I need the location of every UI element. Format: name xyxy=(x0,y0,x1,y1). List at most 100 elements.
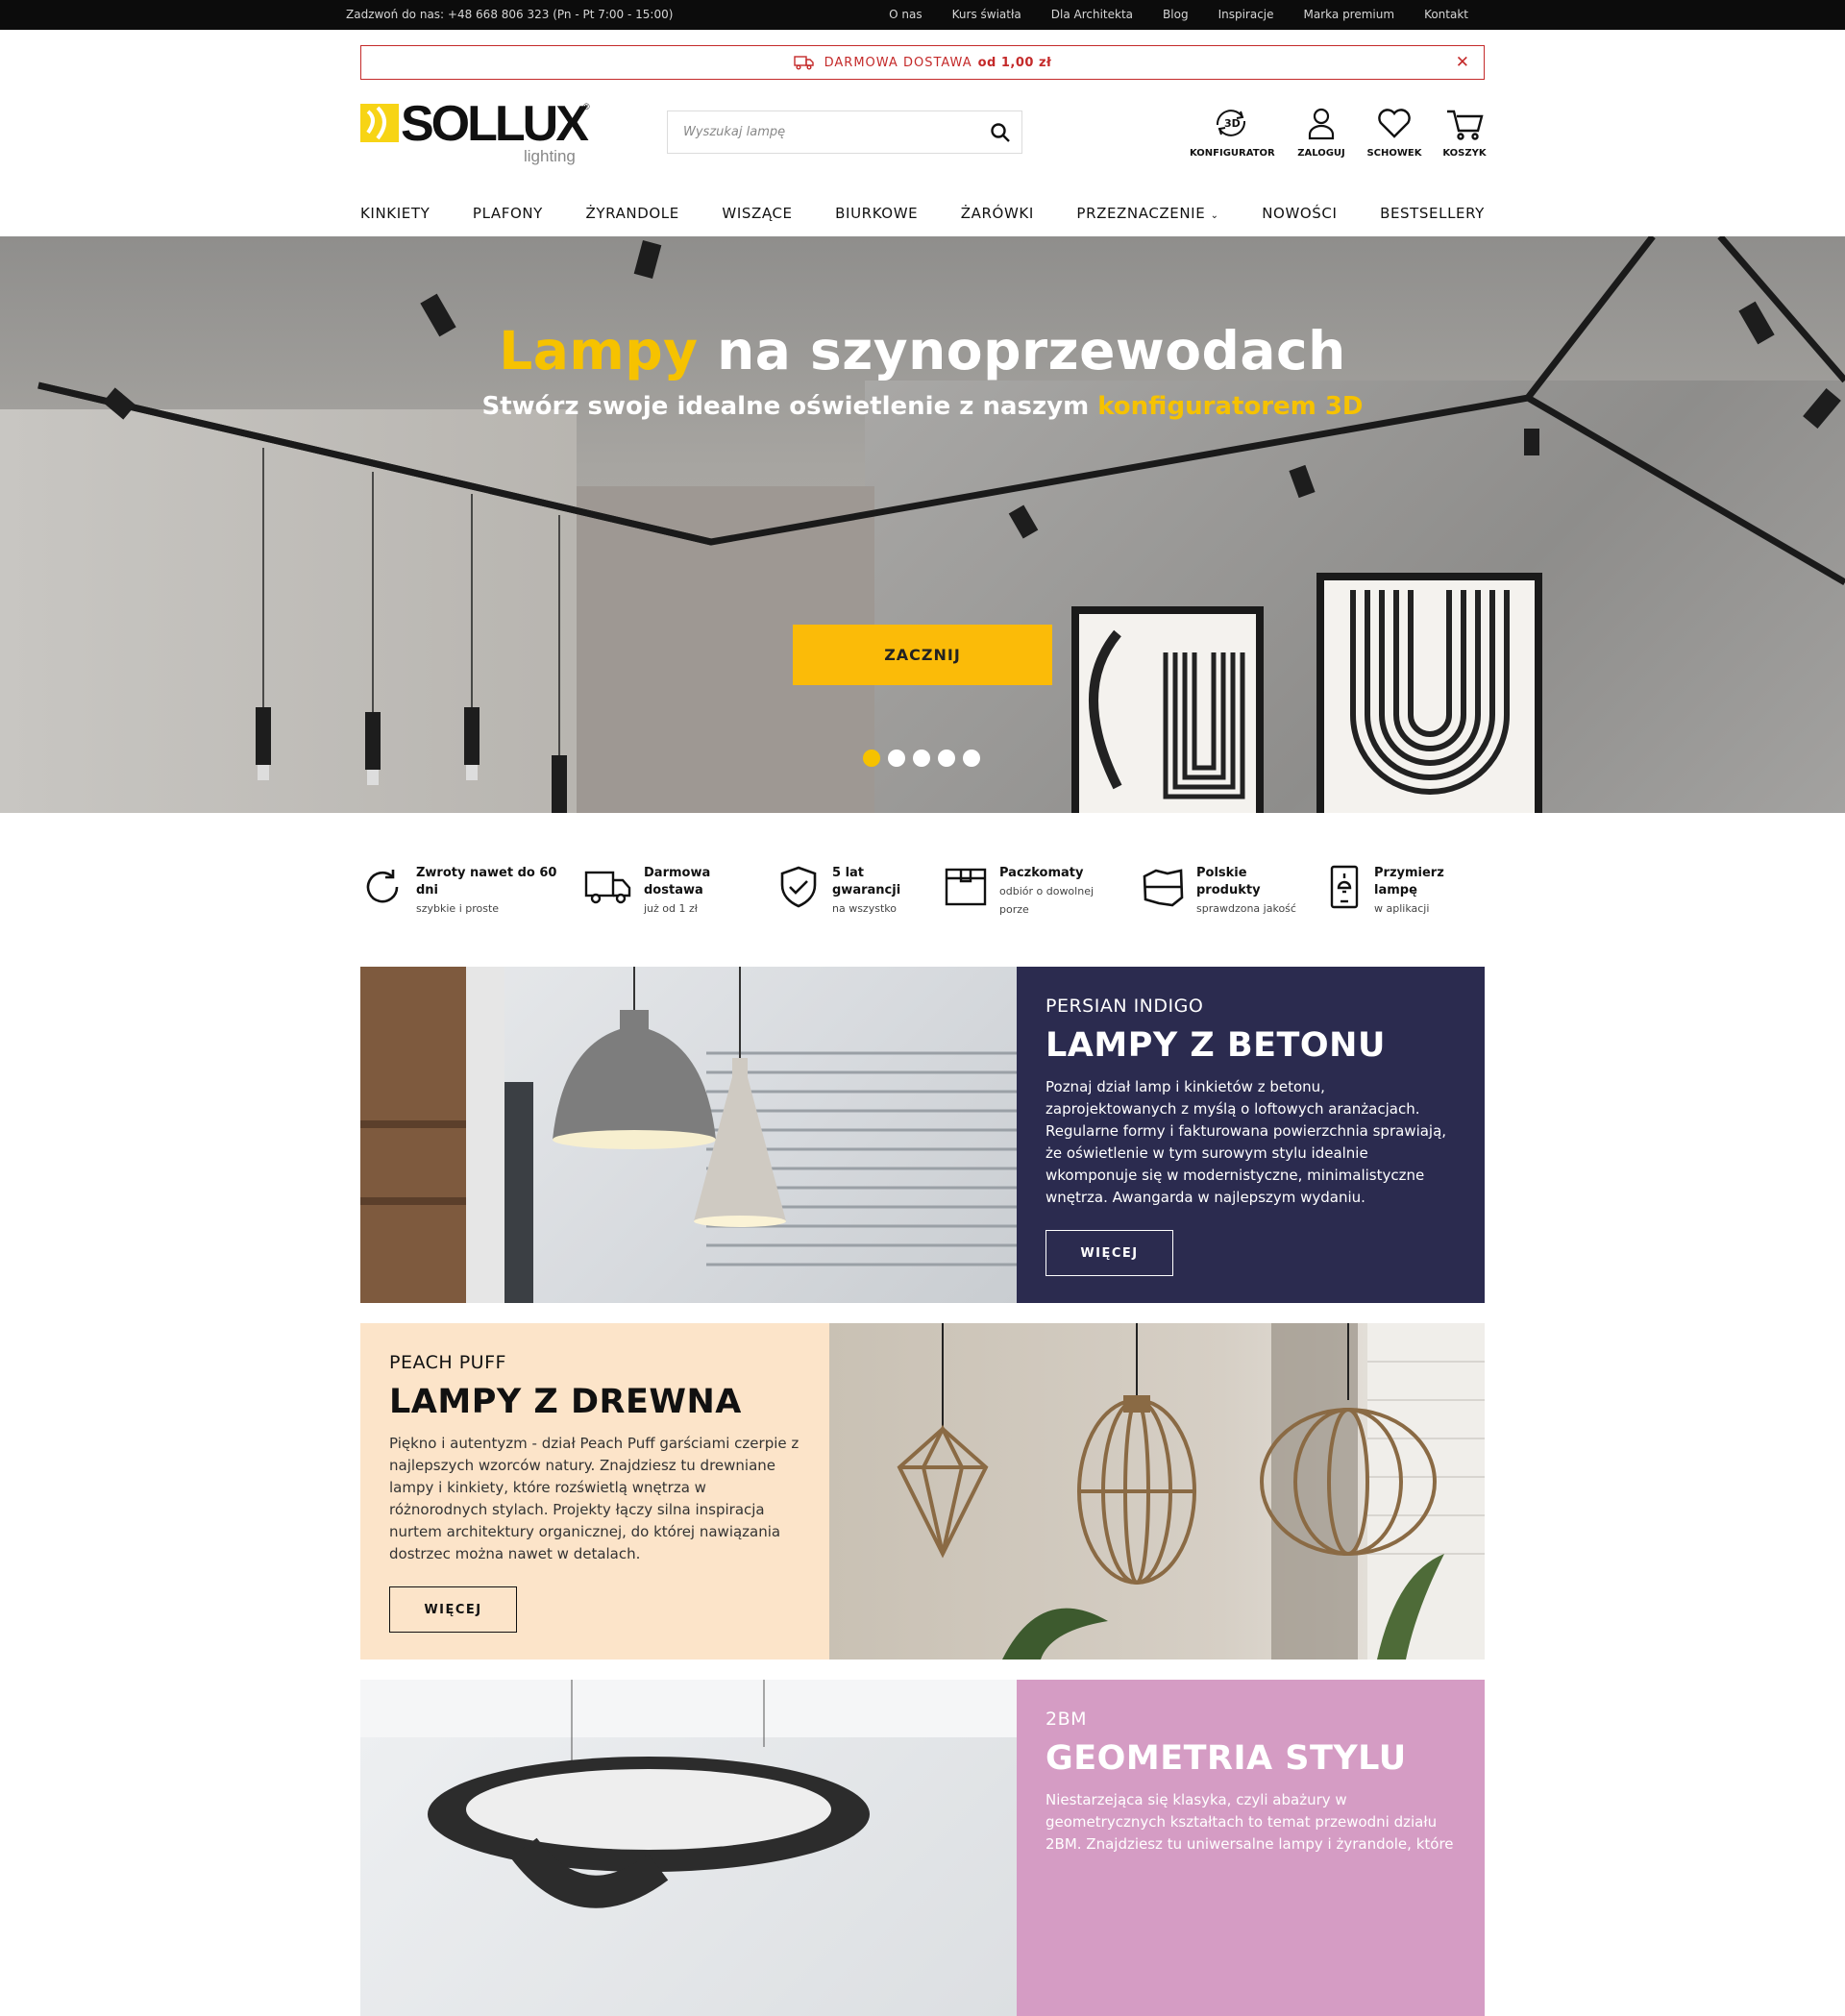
hero-subtitle-highlight[interactable]: konfiguratorem 3D xyxy=(1097,392,1363,421)
more-button[interactable]: WIĘCEJ xyxy=(1046,1230,1173,1276)
promo-geometry: 2BM GEOMETRIA STYLU Niestarzejąca się kl… xyxy=(360,1680,1485,2016)
nav-item-plafony[interactable]: PLAFONY xyxy=(473,205,543,222)
nav-item-zyrandole[interactable]: ŻYRANDOLE xyxy=(586,205,679,222)
main-nav: KINKIETY PLAFONY ŻYRANDOLE WISZĄCE BIURK… xyxy=(360,205,1485,222)
top-link-about[interactable]: O nas xyxy=(889,8,922,21)
sollux-logo[interactable]: SOLLUX lighting ® xyxy=(360,96,601,167)
promo-subtitle: PEACH PUFF xyxy=(389,1352,506,1373)
feature-sub: sprawdzona jakość xyxy=(1196,902,1296,915)
top-link-architect[interactable]: Dla Architekta xyxy=(1051,8,1133,21)
hero-subtitle-text: Stwórz swoje idealne oświetlenie z naszy… xyxy=(481,392,1098,421)
hero-title: Lampy na szynoprzewodach xyxy=(0,320,1845,381)
nav-item-wiszace[interactable]: WISZĄCE xyxy=(722,205,792,222)
wooden-lamps-illustration xyxy=(897,1323,1485,1660)
geometry-lamp-illustration xyxy=(360,1680,1017,1908)
chevron-down-icon: ⌄ xyxy=(1210,210,1219,221)
slider-dot[interactable] xyxy=(888,750,905,767)
hero-title-rest: na szynoprzewodach xyxy=(698,320,1346,381)
promo-image-geometry[interactable] xyxy=(360,1680,1017,2016)
promo-image-concrete[interactable] xyxy=(360,967,1017,1303)
feature-title: Przymierz lampę xyxy=(1374,866,1444,897)
top-link-blog[interactable]: Blog xyxy=(1163,8,1189,21)
nav-item-przeznaczenie-label: PRZEZNACZENIE xyxy=(1076,205,1206,222)
search-box xyxy=(667,111,1022,154)
parcel-locker-icon xyxy=(945,868,987,906)
feature-polish-products: Polskie produkty sprawdzona jakość xyxy=(1141,865,1309,918)
slider-dots xyxy=(863,750,980,767)
wishlist-button[interactable]: SCHOWEK xyxy=(1364,104,1425,159)
nav-item-biurkowe[interactable]: BIURKOWE xyxy=(835,205,918,222)
search-icon[interactable] xyxy=(989,121,1012,144)
hero-frame-left xyxy=(1071,606,1264,813)
feature-try-lamp: Przymierz lampę w aplikacji xyxy=(1326,865,1480,918)
truck-icon xyxy=(793,56,814,70)
free-shipping-banner: DARMOWA DOSTAWA od 1,00 zł ✕ xyxy=(360,45,1485,80)
slider-dot[interactable] xyxy=(913,750,930,767)
nav-item-nowosci[interactable]: NOWOŚCI xyxy=(1262,205,1337,222)
more-button[interactable]: WIĘCEJ xyxy=(389,1586,517,1633)
refresh-icon xyxy=(366,870,399,903)
phone-contact[interactable]: Zadzwoń do nas: +48 668 806 323 (Pn - Pt… xyxy=(346,8,673,21)
shipping-amount: od 1,00 zł xyxy=(977,55,1052,70)
feature-returns: Zwroty nawet do 60 dni szybkie i proste xyxy=(360,865,562,918)
phone-lamp-icon xyxy=(1330,865,1359,909)
truck-icon xyxy=(584,871,631,904)
login-button[interactable]: ZALOGUJ xyxy=(1290,104,1353,159)
feature-title: Polskie produkty xyxy=(1196,866,1261,897)
logo-tagline: lighting xyxy=(524,147,576,165)
feature-sub: już od 1 zł xyxy=(644,902,698,915)
shield-check-icon xyxy=(780,866,817,908)
wishlist-label: SCHOWEK xyxy=(1366,148,1422,159)
nav-item-bestsellery[interactable]: BESTSELLERY xyxy=(1380,205,1485,222)
feature-parcel-lockers: Paczkomaty odbiór o dowolnej porze xyxy=(944,865,1107,919)
cart-label: KOSZYK xyxy=(1442,148,1487,159)
nav-item-kinkiety[interactable]: KINKIETY xyxy=(360,205,430,222)
top-link-contact[interactable]: Kontakt xyxy=(1424,8,1468,21)
feature-warranty: 5 lat gwarancji na wszystko xyxy=(776,865,911,918)
slider-dot[interactable] xyxy=(938,750,955,767)
user-icon xyxy=(1308,108,1335,140)
promo-description: Poznaj dział lamp i kinkietów z betonu, … xyxy=(1046,1078,1447,1206)
promo-text-concrete: PERSIAN INDIGO LAMPY Z BETONU Poznaj dzi… xyxy=(1017,967,1485,1303)
hero-frame-right xyxy=(1316,573,1542,813)
nav-item-przeznaczenie[interactable]: PRZEZNACZENIE ⌄ xyxy=(1076,205,1218,222)
heart-icon xyxy=(1378,109,1411,138)
promo-description: Niestarzejąca się klasyka, czyli abażury… xyxy=(1046,1791,1454,1853)
promo-text-wood: PEACH PUFF LAMPY Z DREWNA Piękno i auten… xyxy=(360,1323,829,1660)
feature-title: Darmowa dostawa xyxy=(644,866,711,897)
promo-title: GEOMETRIA STYLU xyxy=(1046,1739,1407,1778)
slider-dot[interactable] xyxy=(863,750,880,767)
concrete-lamps-illustration xyxy=(360,967,1017,1303)
promo-text-geometry: 2BM GEOMETRIA STYLU Niestarzejąca się kl… xyxy=(1017,1680,1485,2016)
close-icon[interactable]: ✕ xyxy=(1456,53,1470,72)
svg-text:®: ® xyxy=(583,102,590,111)
promo-subtitle: 2BM xyxy=(1046,1709,1088,1730)
feature-sub: odbiór o dowolnej porze xyxy=(999,885,1095,916)
configurator-label: KONFIGURATOR xyxy=(1190,148,1275,159)
promo-wooden-lamps: PEACH PUFF LAMPY Z DREWNA Piękno i auten… xyxy=(360,1323,1485,1660)
top-links: O nas Kurs światła Dla Architekta Blog I… xyxy=(859,8,1468,21)
feature-sub: na wszystko xyxy=(832,902,897,915)
feature-sub: szybkie i proste xyxy=(416,902,500,915)
nav-item-zarowki[interactable]: ŻARÓWKI xyxy=(961,205,1034,222)
configurator-button[interactable]: 3D KONFIGURATOR xyxy=(1190,104,1275,159)
shipping-label: DARMOWA DOSTAWA xyxy=(824,55,972,70)
start-button[interactable]: ZACZNIJ xyxy=(793,625,1052,685)
feature-title: Zwroty nawet do 60 dni xyxy=(416,866,557,897)
top-bar: Zadzwoń do nas: +48 668 806 323 (Pn - Pt… xyxy=(0,0,1845,30)
cart-button[interactable]: KOSZYK xyxy=(1439,104,1490,159)
promo-description: Piękno i autentyzm - dział Peach Puff ga… xyxy=(389,1435,800,1562)
3d-rotate-icon: 3D xyxy=(1216,110,1246,136)
search-input[interactable] xyxy=(668,111,975,153)
hero-subtitle: Stwórz swoje idealne oświetlenie z naszy… xyxy=(0,392,1845,421)
promo-title: LAMPY Z DREWNA xyxy=(389,1383,742,1421)
top-link-inspirations[interactable]: Inspiracje xyxy=(1218,8,1274,21)
top-link-light-course[interactable]: Kurs światła xyxy=(952,8,1021,21)
feature-sub: w aplikacji xyxy=(1374,902,1430,915)
feature-free-delivery: Darmowa dostawa już od 1 zł xyxy=(584,865,728,918)
slider-dot[interactable] xyxy=(963,750,980,767)
top-link-premium[interactable]: Marka premium xyxy=(1304,8,1395,21)
promo-image-wood[interactable] xyxy=(829,1323,1485,1660)
hero-slider: Lampy na szynoprzewodach Stwórz swoje id… xyxy=(0,236,1845,813)
logo-mark: SOLLUX lighting ® xyxy=(360,96,592,165)
